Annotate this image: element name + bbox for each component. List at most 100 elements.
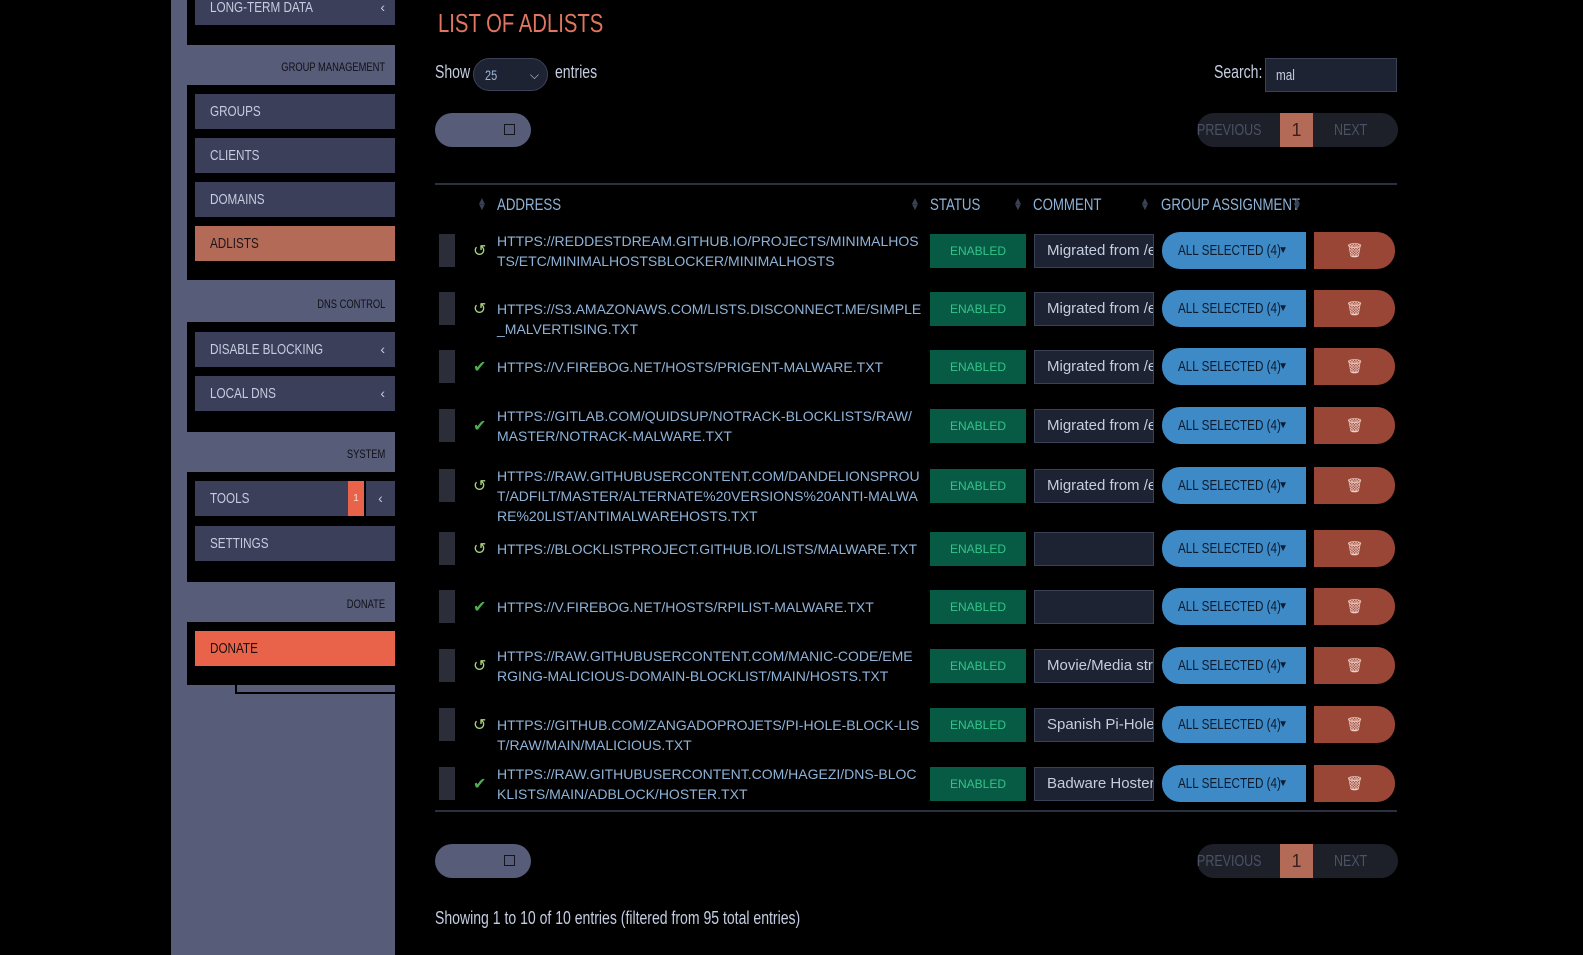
group-assignment-dropdown[interactable]: ALL SELECTED (4) ▼	[1162, 348, 1306, 385]
previous-page-button[interactable]: PREVIOUS	[1197, 113, 1280, 147]
status-badge[interactable]: ENABLED	[930, 292, 1026, 326]
row-select-handle[interactable]	[439, 350, 455, 383]
comment-field[interactable]: Migrated from /etc	[1034, 292, 1154, 326]
comment-field[interactable]	[1034, 532, 1154, 566]
row-select-handle[interactable]	[439, 649, 455, 682]
sidebar-header-donate: Donate	[235, 582, 395, 622]
adlist-address-link[interactable]: https://blocklistproject.github.io/Lists…	[497, 539, 922, 559]
sort-icon[interactable]: ▲ ▼	[1292, 197, 1302, 213]
sidebar-notch	[187, 45, 235, 85]
comment-field[interactable]: Spanish Pi-Hole Bl	[1034, 708, 1154, 742]
status-badge[interactable]: ENABLED	[930, 590, 1026, 624]
sidebar-item-local-dns[interactable]: Local DNS ‹	[195, 376, 395, 411]
row-select-handle[interactable]	[439, 409, 455, 442]
search-input[interactable]: mal	[1265, 58, 1397, 92]
sort-icon[interactable]: ▲ ▼	[1140, 197, 1150, 213]
comment-field[interactable]: Migrated from /etc	[1034, 350, 1154, 384]
sidebar-item-settings[interactable]: Settings	[195, 526, 395, 561]
column-header-address[interactable]: ADDRESS	[497, 195, 579, 215]
column-header-comment[interactable]: COMMENT	[1033, 195, 1121, 215]
comment-field[interactable]	[1034, 590, 1154, 624]
group-assignment-dropdown[interactable]: ALL SELECTED (4) ▼	[1162, 290, 1306, 327]
group-assignment-dropdown[interactable]: ALL SELECTED (4) ▼	[1162, 232, 1306, 269]
delete-button[interactable]: 🗑	[1314, 647, 1395, 684]
group-assignment-dropdown[interactable]: ALL SELECTED (4) ▼	[1162, 588, 1306, 625]
row-select-handle[interactable]	[439, 532, 455, 565]
page-number-button[interactable]: 1	[1280, 844, 1313, 878]
next-page-button[interactable]: NEXT	[1313, 844, 1398, 878]
adlist-address-link[interactable]: https://gitlab.com/quidsup/notrack-block…	[497, 406, 922, 446]
select-all-button[interactable]	[435, 113, 531, 147]
status-badge[interactable]: ENABLED	[930, 469, 1026, 503]
comment-field[interactable]: Migrated from /etc	[1034, 469, 1154, 503]
sort-icon[interactable]: ▲ ▼	[910, 197, 920, 213]
delete-button[interactable]: 🗑	[1314, 290, 1395, 327]
group-assignment-dropdown[interactable]: ALL SELECTED (4) ▼	[1162, 530, 1306, 567]
sort-icon[interactable]: ▲ ▼	[1013, 197, 1023, 213]
page-number-button[interactable]: 1	[1280, 113, 1313, 147]
trash-icon: 🗑	[1345, 598, 1364, 614]
check-icon: ✔	[473, 599, 487, 616]
row-select-handle[interactable]	[439, 590, 455, 623]
group-assignment-label: ALL SELECTED (4)	[1178, 358, 1281, 375]
group-assignment-dropdown[interactable]: ALL SELECTED (4) ▼	[1162, 647, 1306, 684]
delete-button[interactable]: 🗑	[1314, 588, 1395, 625]
row-select-handle[interactable]	[439, 708, 455, 741]
adlist-address-link[interactable]: https://raw.githubusercontent.com/Manic-…	[497, 646, 922, 686]
delete-button[interactable]: 🗑	[1314, 232, 1395, 269]
history-icon: ↺	[473, 717, 487, 734]
sort-icon[interactable]: ▲ ▼	[477, 197, 487, 213]
previous-page-button[interactable]: PREVIOUS	[1197, 844, 1280, 878]
sidebar-item-groups[interactable]: Groups	[195, 94, 395, 129]
sidebar-item-adlists[interactable]: Adlists	[195, 226, 395, 261]
row-select-handle[interactable]	[439, 292, 455, 325]
adlist-address-link[interactable]: https://v.firebog.net/hosts/RPiList-Malw…	[497, 597, 922, 617]
delete-button[interactable]: 🗑	[1314, 348, 1395, 385]
comment-field[interactable]: Migrated from /etc	[1034, 409, 1154, 443]
history-icon: ↺	[473, 301, 487, 318]
status-badge[interactable]: ENABLED	[930, 708, 1026, 742]
group-assignment-dropdown[interactable]: ALL SELECTED (4) ▼	[1162, 467, 1306, 504]
column-header-status[interactable]: STATUS	[930, 195, 995, 215]
select-all-button[interactable]	[435, 844, 531, 878]
sidebar-item-disable-blocking[interactable]: Disable Blocking ‹	[195, 332, 395, 367]
chevron-left-icon[interactable]: ‹	[366, 481, 395, 516]
row-select-handle[interactable]	[439, 767, 455, 800]
adlist-address-link[interactable]: https://v.firebog.net/hosts/Prigent-Malw…	[497, 357, 922, 377]
row-select-handle[interactable]	[439, 234, 455, 267]
status-badge[interactable]: ENABLED	[930, 409, 1026, 443]
status-badge[interactable]: ENABLED	[930, 649, 1026, 683]
comment-field[interactable]: Badware Hoster bl	[1034, 767, 1154, 801]
next-page-button[interactable]: NEXT	[1313, 113, 1398, 147]
delete-button[interactable]: 🗑	[1314, 765, 1395, 802]
status-badge[interactable]: ENABLED	[930, 767, 1026, 801]
adlist-address-link[interactable]: https://s3.amazonaws.com/lists.disconnec…	[497, 299, 922, 339]
row-select-handle[interactable]	[439, 469, 455, 502]
adlist-address-link[interactable]: https://github.com/zangadoprojets/pi-hol…	[497, 715, 922, 755]
sidebar-item-tools[interactable]: Tools	[195, 481, 348, 516]
comment-field[interactable]: Migrated from /etc	[1034, 234, 1154, 268]
group-assignment-dropdown[interactable]: ALL SELECTED (4) ▼	[1162, 765, 1306, 802]
sidebar-item-donate[interactable]: Donate	[195, 631, 395, 666]
adlist-address-link[interactable]: https://reddestdream.github.io/Projects/…	[497, 231, 922, 271]
column-header-label: COMMENT	[1033, 195, 1102, 214]
comment-field[interactable]: Movie/Media streaming	[1034, 649, 1154, 683]
delete-button[interactable]: 🗑	[1314, 467, 1395, 504]
adlist-address-link[interactable]: https://raw.githubusercontent.com/Dandel…	[497, 466, 922, 526]
delete-button[interactable]: 🗑	[1314, 706, 1395, 743]
sidebar-item-clients[interactable]: Clients	[195, 138, 395, 173]
column-header-group-assignment[interactable]: GROUP ASSIGNMENT	[1161, 195, 1339, 215]
page-size-select[interactable]: 25 ⌵	[473, 58, 548, 91]
adlist-address-link[interactable]: https://raw.githubusercontent.com/hagezi…	[497, 764, 922, 804]
sidebar-item-domains[interactable]: Domains	[195, 182, 395, 217]
group-assignment-dropdown[interactable]: ALL SELECTED (4) ▼	[1162, 407, 1306, 444]
history-icon: ↺	[473, 541, 487, 558]
delete-button[interactable]: 🗑	[1314, 407, 1395, 444]
status-badge[interactable]: ENABLED	[930, 234, 1026, 268]
delete-button[interactable]: 🗑	[1314, 530, 1395, 567]
group-assignment-dropdown[interactable]: ALL SELECTED (4) ▼	[1162, 706, 1306, 743]
status-badge[interactable]: ENABLED	[930, 350, 1026, 384]
sidebar-item-long-term-data[interactable]: Long-term Data ‹	[195, 0, 395, 25]
checkbox-square-icon	[504, 855, 515, 866]
status-badge[interactable]: ENABLED	[930, 532, 1026, 566]
